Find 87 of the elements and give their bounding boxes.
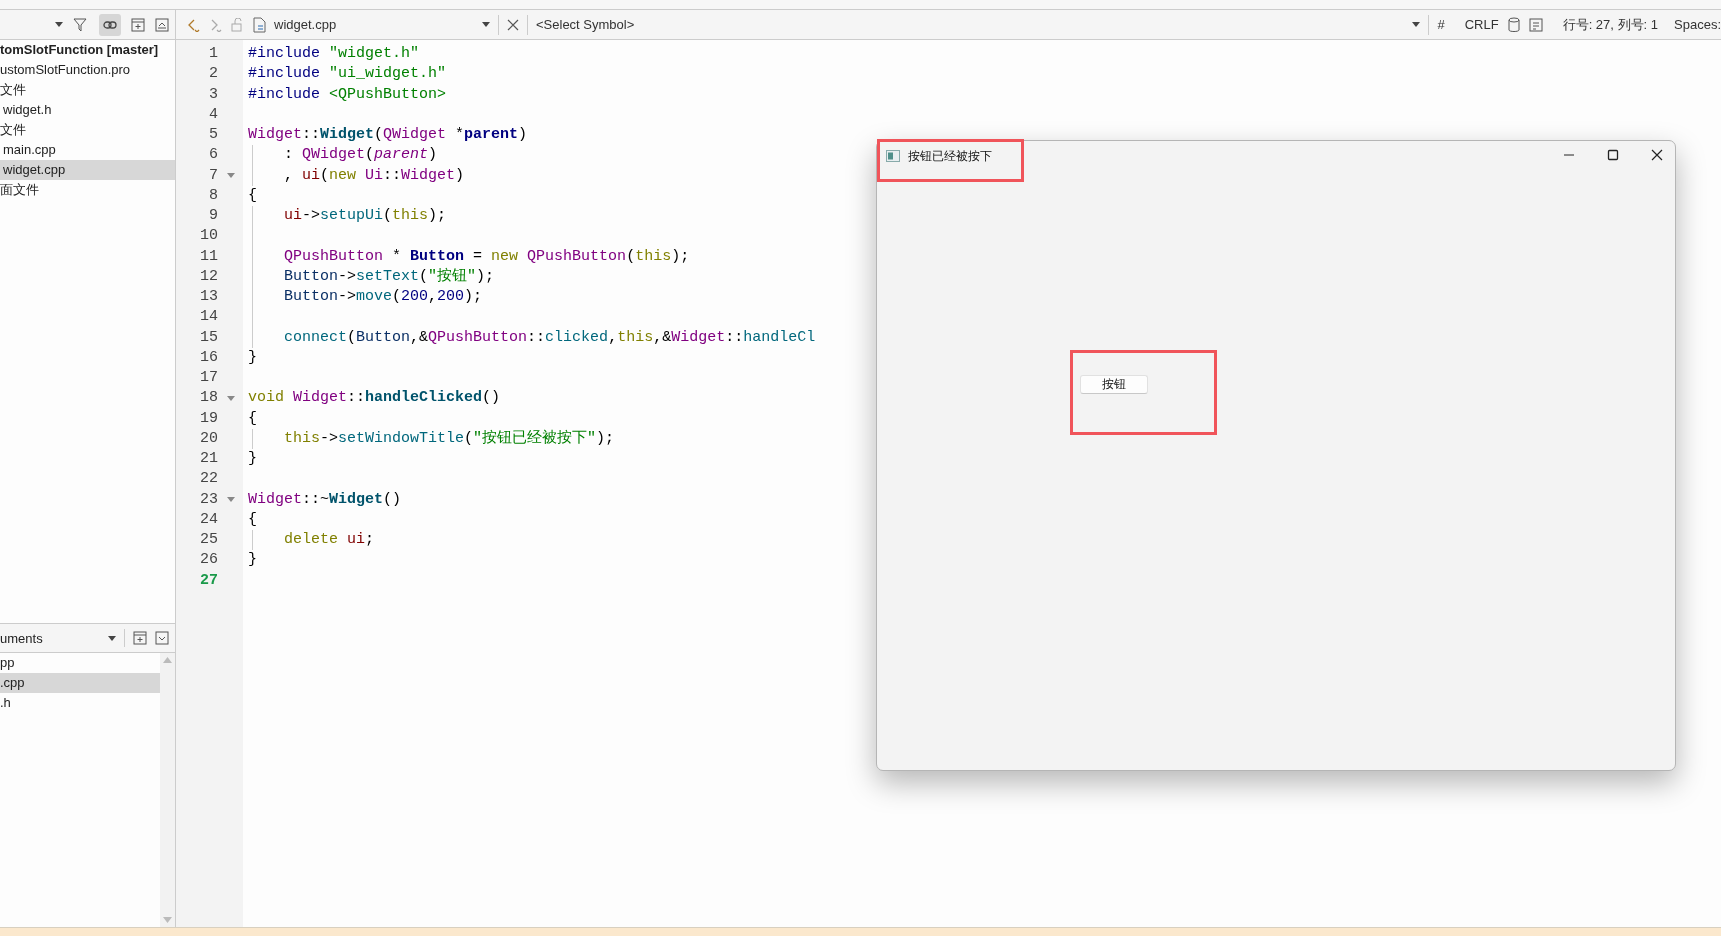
code-line: #include "widget.h" bbox=[248, 44, 420, 64]
cursor-position[interactable]: 行号: 27, 列号: 1 bbox=[1562, 15, 1658, 34]
code-line: void Widget::handleClicked() bbox=[248, 388, 501, 409]
line-number: 6 bbox=[208, 145, 218, 166]
line-number: 12 bbox=[199, 266, 218, 287]
file-name[interactable]: widget.cpp bbox=[274, 17, 474, 32]
split-add-icon[interactable] bbox=[133, 631, 147, 645]
document-item[interactable]: .cpp bbox=[0, 673, 160, 693]
code-line: Button->move(200,200); bbox=[284, 287, 483, 307]
code-line: Button->setText("按钮"); bbox=[284, 266, 495, 287]
code-line: , ui(new Ui::Widget) bbox=[284, 165, 465, 186]
collapse-icon[interactable] bbox=[155, 17, 169, 32]
code-line: Widget::~Widget() bbox=[248, 489, 402, 510]
back-icon[interactable] bbox=[186, 17, 200, 32]
code-line: : QWidget(parent) bbox=[284, 145, 438, 166]
project-item[interactable]: tomSlotFunction [master] bbox=[0, 40, 175, 60]
filter-icon[interactable] bbox=[73, 16, 89, 33]
code-line: } bbox=[248, 449, 257, 469]
tree-item[interactable]: ustomSlotFunction.pro bbox=[0, 60, 175, 80]
line-number: 10 bbox=[199, 226, 218, 247]
line-number: 26 bbox=[199, 550, 218, 571]
symbol-selector[interactable]: <Select Symbol> bbox=[536, 17, 1405, 32]
line-number: 14 bbox=[199, 307, 218, 328]
link-icon[interactable] bbox=[103, 19, 117, 30]
line-number: 24 bbox=[199, 509, 218, 530]
tree-item[interactable]: main.cpp bbox=[0, 140, 175, 160]
close-icon[interactable] bbox=[1651, 149, 1663, 161]
line-number: 18 bbox=[199, 388, 218, 409]
caret-icon[interactable] bbox=[55, 22, 63, 27]
line-number: 20 bbox=[199, 428, 218, 449]
line-number: 27 bbox=[199, 570, 218, 591]
code-line: Widget::Widget(QWidget *parent) bbox=[248, 125, 528, 145]
code-line: #include <QPushButton> bbox=[248, 84, 447, 105]
tree-item[interactable]: widget.cpp bbox=[0, 160, 175, 180]
indent-mark[interactable]: # bbox=[1437, 17, 1445, 32]
code-line: ui->setupUi(this); bbox=[284, 206, 447, 226]
code-line: QPushButton * Button = new QPushButton(this); bbox=[284, 246, 690, 267]
caret-icon[interactable] bbox=[482, 22, 490, 27]
code-line: connect(Button,&QPushButton::clicked,this,&Widget::handleCl bbox=[284, 327, 816, 348]
line-number: 11 bbox=[199, 246, 218, 267]
line-number: 13 bbox=[199, 287, 218, 307]
line-number: 7 bbox=[208, 165, 218, 186]
fold-icon[interactable] bbox=[226, 395, 235, 401]
line-number: 2 bbox=[208, 64, 218, 85]
caret-icon[interactable] bbox=[108, 635, 116, 641]
code-line: { bbox=[248, 185, 257, 206]
fold-icon[interactable] bbox=[226, 173, 235, 179]
line-number: 1 bbox=[208, 44, 218, 64]
line-number: 23 bbox=[199, 489, 218, 510]
code-line: } bbox=[248, 347, 257, 368]
code-line: #include "ui_widget.h" bbox=[248, 64, 447, 85]
line-number: 17 bbox=[199, 368, 218, 388]
document-item[interactable]: pp bbox=[0, 653, 160, 673]
tree-item[interactable]: 文件 bbox=[0, 80, 175, 100]
tree-item[interactable]: widget.h bbox=[0, 100, 175, 120]
line-number: 16 bbox=[199, 347, 218, 368]
database-icon[interactable] bbox=[1506, 16, 1521, 33]
tree-item[interactable]: 面文件 bbox=[0, 180, 175, 200]
file-icon bbox=[252, 16, 266, 33]
line-number: 4 bbox=[208, 104, 218, 125]
line-ending[interactable]: CRLF bbox=[1464, 17, 1499, 32]
line-number: 15 bbox=[199, 327, 218, 348]
line-number: 9 bbox=[208, 206, 218, 226]
window-title: 按钮已经被按下 bbox=[908, 147, 992, 165]
maximize-icon[interactable] bbox=[1607, 149, 1619, 161]
tree-item[interactable]: 文件 bbox=[0, 120, 175, 140]
code-line: this->setWindowTitle("按钮已经被按下"); bbox=[284, 428, 615, 449]
document-item[interactable]: .h bbox=[0, 693, 160, 713]
caret-icon[interactable] bbox=[1412, 22, 1421, 27]
fold-icon[interactable] bbox=[226, 497, 235, 503]
line-number: 3 bbox=[208, 84, 218, 105]
indentation-setting[interactable]: Spaces: bbox=[1674, 17, 1721, 32]
code-line: { bbox=[248, 509, 257, 530]
collapse-icon[interactable] bbox=[155, 631, 169, 645]
line-number: 22 bbox=[199, 469, 218, 490]
code-line: } bbox=[248, 550, 257, 571]
close-icon[interactable] bbox=[507, 18, 519, 31]
app-icon bbox=[886, 150, 900, 162]
push-button[interactable]: 按钮 bbox=[1080, 375, 1148, 394]
code-line: { bbox=[248, 408, 257, 429]
line-number: 8 bbox=[208, 185, 218, 206]
split-add-icon[interactable] bbox=[131, 17, 145, 32]
line-number: 19 bbox=[199, 408, 218, 429]
code-line: delete ui; bbox=[284, 530, 375, 550]
line-number: 21 bbox=[199, 449, 218, 469]
line-number: 5 bbox=[208, 125, 218, 145]
line-number: 25 bbox=[199, 530, 218, 550]
